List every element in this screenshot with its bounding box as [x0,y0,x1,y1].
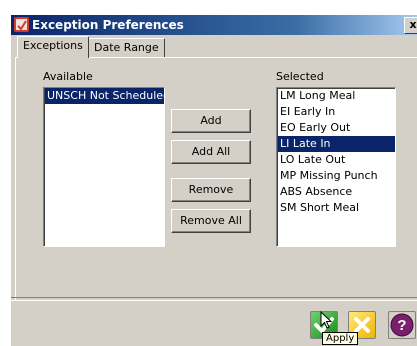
selected-list[interactable]: LM Long Meal EI Early In EO Early Out LI… [276,87,396,247]
available-list[interactable]: UNSCH Not Scheduled [43,87,165,247]
remove-button[interactable]: Remove [171,178,251,202]
question-mark-icon: ? [390,313,414,337]
tab-exceptions-label: Exceptions [23,39,83,52]
list-item[interactable]: LM Long Meal [278,88,395,104]
help-button[interactable]: ? [388,311,416,339]
list-item[interactable]: SM Short Meal [278,200,395,216]
available-label: Available [43,70,93,83]
tab-exceptions[interactable]: Exceptions [17,36,89,58]
mouse-cursor-icon [320,311,332,329]
close-icon: x [409,18,417,31]
exception-preferences-dialog: Exception Preferences x Exceptions Date … [10,14,417,346]
add-all-button[interactable]: Add All [171,140,251,164]
window-title: Exception Preferences [32,18,184,32]
tab-date-range-label: Date Range [94,41,159,54]
list-item[interactable]: EO Early Out [278,120,395,136]
remove-all-button[interactable]: Remove All [171,209,251,233]
apply-tooltip: Apply [322,332,359,345]
tab-date-range[interactable]: Date Range [88,38,165,58]
list-item[interactable]: ABS Absence [278,184,395,200]
close-button[interactable]: x [404,17,417,34]
footer-divider [11,297,417,301]
list-item[interactable]: LO Late Out [278,152,395,168]
help-glyph: ? [397,317,406,334]
list-item[interactable]: LI Late In [278,136,395,152]
list-item[interactable]: MP Missing Punch [278,168,395,184]
add-button[interactable]: Add [171,109,251,133]
list-item[interactable]: UNSCH Not Scheduled [45,88,164,104]
app-icon [14,17,29,32]
title-bar[interactable]: Exception Preferences x [11,15,417,35]
list-item[interactable]: EI Early In [278,104,395,120]
selected-label: Selected [276,70,324,83]
